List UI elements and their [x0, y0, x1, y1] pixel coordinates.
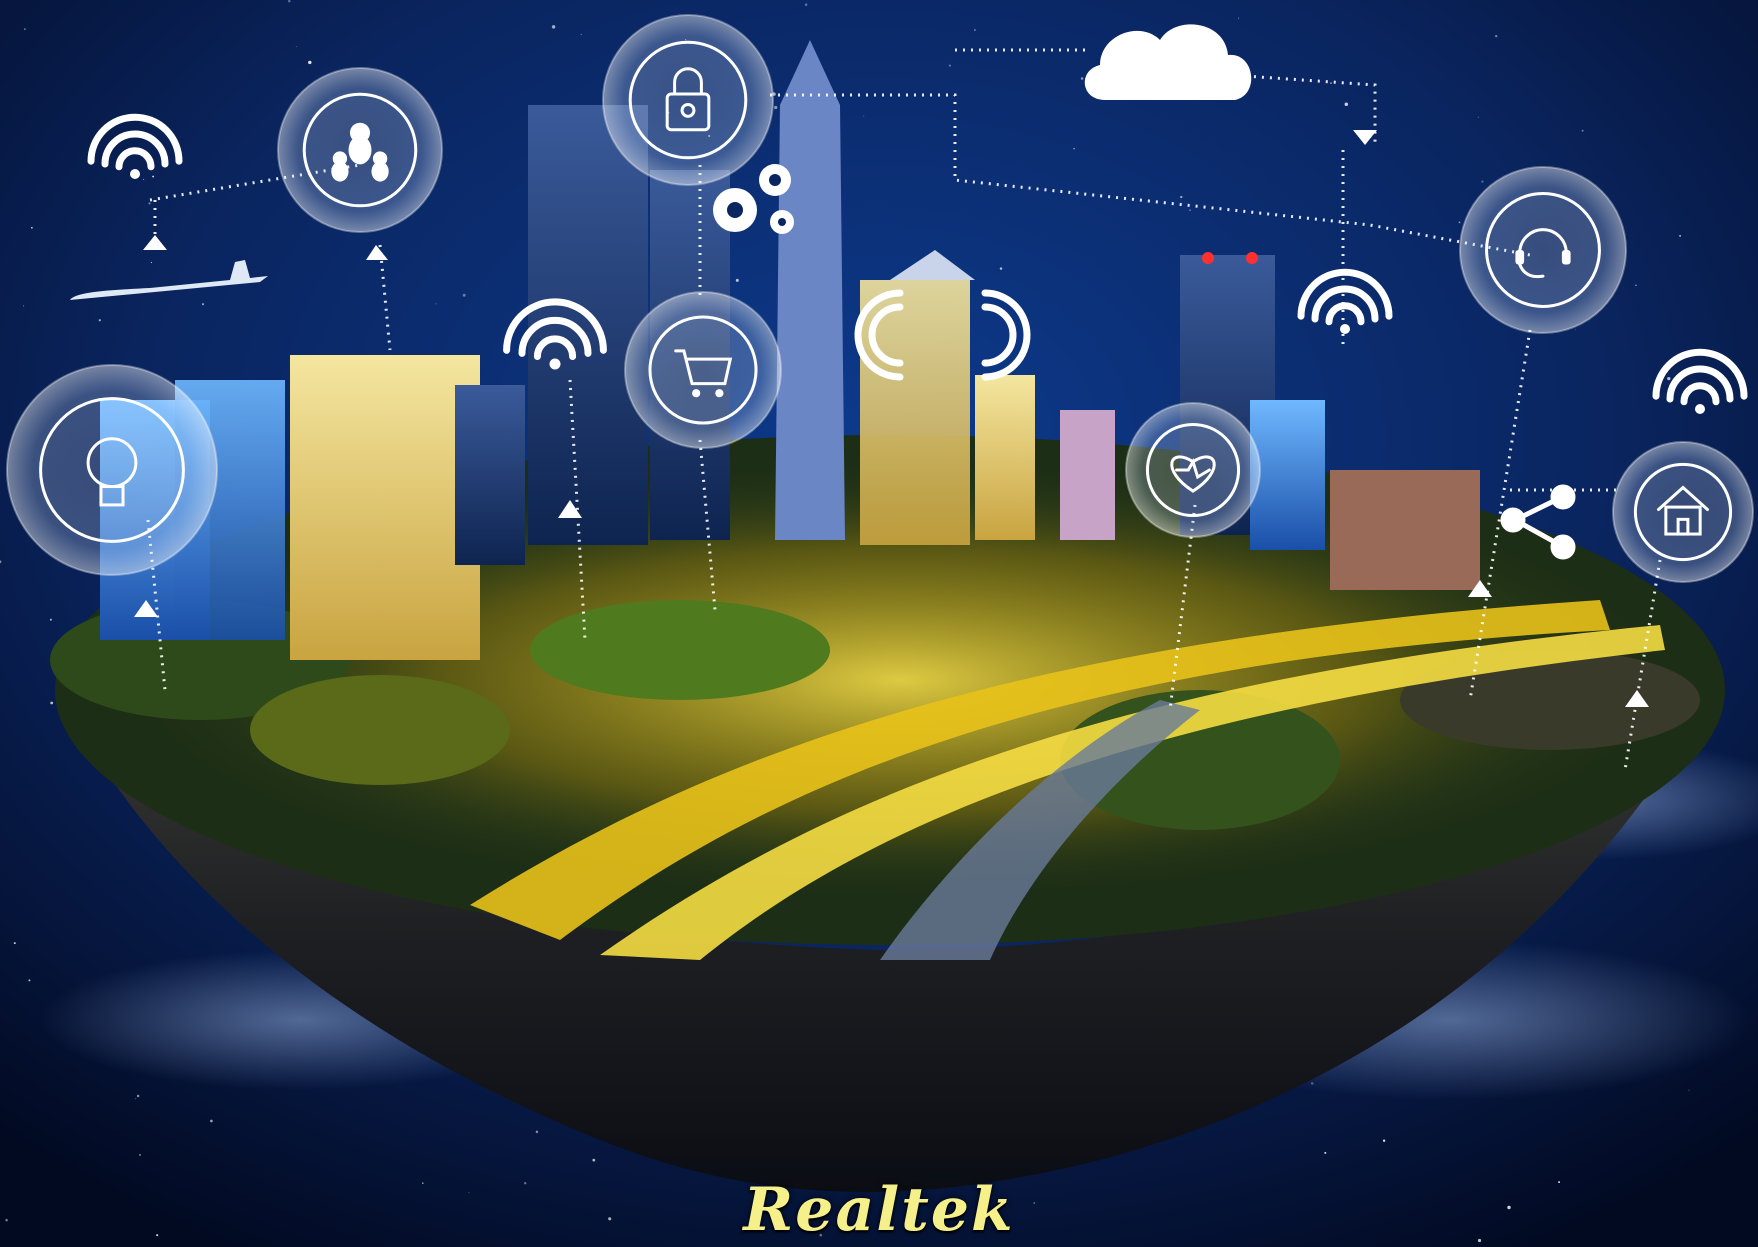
lock-icon — [602, 14, 774, 186]
home-icon — [1612, 441, 1754, 583]
headset-icon — [1459, 166, 1627, 334]
tower-light — [1202, 252, 1214, 264]
smart-city-illustration: Realtek — [0, 0, 1758, 1247]
caption-realtek: Realtek — [743, 1175, 1015, 1245]
heart-pulse-icon — [1125, 402, 1261, 538]
scene-svg — [0, 0, 1758, 1247]
shopping-cart-icon — [624, 291, 782, 449]
smart-bulb-icon — [6, 364, 218, 576]
robot-family-icon — [277, 67, 443, 233]
